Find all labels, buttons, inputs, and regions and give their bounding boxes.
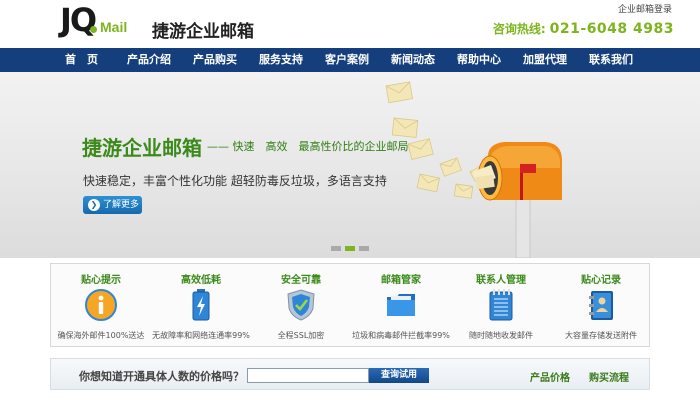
site-logo[interactable]: JQ Mail 捷游企业邮箱 — [60, 2, 260, 46]
product-price-link[interactable]: 产品价格 — [530, 369, 570, 384]
chevron-right-icon: ❯ — [88, 199, 100, 211]
nav-item-products[interactable]: 产品介绍 — [127, 48, 171, 72]
logo-jq-mark: JQ — [60, 1, 97, 39]
logo-mail-text: Mail — [100, 19, 128, 35]
nav-item-contact[interactable]: 联系我们 — [589, 48, 633, 72]
price-query-bar: 你想知道开通具体人数的价格吗？ 查询试用 产品价格 购买流程 — [50, 358, 650, 390]
feature-title: 贴心记录 — [581, 275, 621, 286]
slide-dot-3[interactable] — [359, 246, 369, 251]
hero-banner: 捷游企业邮箱 —— 快速 高效 最高性价比的企业邮局 快速稳定，丰富个性化功能 … — [0, 72, 700, 258]
learn-more-label: 了解更多 — [103, 200, 140, 210]
shield-icon — [287, 289, 315, 321]
contact-book-icon — [589, 291, 613, 320]
nav-item-support[interactable]: 服务支持 — [259, 48, 303, 72]
feature-strip: 贴心提示 确保海外邮件100%送达 高效低耗 无故障率和网络连通率99% 安全可… — [50, 263, 650, 347]
feature-title: 邮箱管家 — [381, 275, 421, 286]
mail-login-link[interactable]: 企业邮箱登录 — [618, 2, 672, 15]
nav-item-news[interactable]: 新闻动态 — [391, 48, 435, 72]
nav-item-purchase[interactable]: 产品购买 — [193, 48, 237, 72]
query-trial-button[interactable]: 查询试用 — [369, 368, 429, 383]
hotline: 咨询热线: 021-6048 4983 — [493, 20, 674, 37]
folder-icon — [387, 294, 415, 316]
feature-title: 安全可靠 — [281, 275, 321, 286]
hotline-label: 咨询热线: — [492, 22, 546, 36]
hotline-number: 021-6048 4983 — [549, 21, 674, 37]
feature-item[interactable]: 贴心提示 确保海外邮件100%送达 — [51, 264, 151, 348]
feature-item[interactable]: 高效低耗 无故障率和网络连通率99% — [151, 264, 251, 348]
feature-item[interactable]: 贴心记录 大容量存储发送附件 — [551, 264, 651, 348]
slide-dot-1[interactable] — [331, 246, 341, 251]
feature-title: 联系人管理 — [476, 275, 526, 286]
feature-title: 高效低耗 — [181, 275, 221, 286]
slide-dot-2[interactable] — [345, 246, 355, 251]
feature-item[interactable]: 联系人管理 随时随地收发邮件 — [451, 264, 551, 348]
feature-item[interactable]: 邮箱管家 垃圾和病毒邮件拦截率99% — [351, 264, 451, 348]
banner-description: 快速稳定，丰富个性化功能 超轻防毒反垃圾，多语言支持 — [83, 174, 387, 188]
nav-item-agent[interactable]: 加盟代理 — [523, 48, 567, 72]
nav-item-home[interactable]: 首 页 — [65, 48, 98, 72]
purchase-process-link[interactable]: 购买流程 — [589, 369, 629, 384]
feature-title: 贴心提示 — [81, 275, 121, 286]
mailbox-illustration-icon — [385, 81, 562, 258]
feature-desc: 大容量存储发送附件 — [565, 331, 637, 340]
feature-item[interactable]: 安全可靠 全程SSL加密 — [251, 264, 351, 348]
query-label: 你想知道开通具体人数的价格吗？ — [79, 370, 244, 383]
nav-item-help[interactable]: 帮助中心 — [457, 48, 501, 72]
brand-name: 捷游企业邮箱 — [152, 22, 254, 42]
logo-dot — [90, 26, 97, 33]
headcount-input[interactable] — [247, 368, 369, 383]
notepad-icon — [489, 289, 513, 321]
banner-title: 捷游企业邮箱 — [82, 136, 202, 160]
site-header: JQ Mail 捷游企业邮箱 企业邮箱登录 咨询热线: 021-6048 4983 — [0, 0, 700, 48]
nav-item-cases[interactable]: 客户案例 — [325, 48, 369, 72]
info-icon — [85, 289, 117, 321]
learn-more-button[interactable]: ❯ 了解更多 — [83, 196, 142, 214]
main-nav: 首 页 产品介绍 产品购买 服务支持 客户案例 新闻动态 帮助中心 加盟代理 联… — [0, 48, 700, 72]
battery-icon — [192, 289, 210, 321]
